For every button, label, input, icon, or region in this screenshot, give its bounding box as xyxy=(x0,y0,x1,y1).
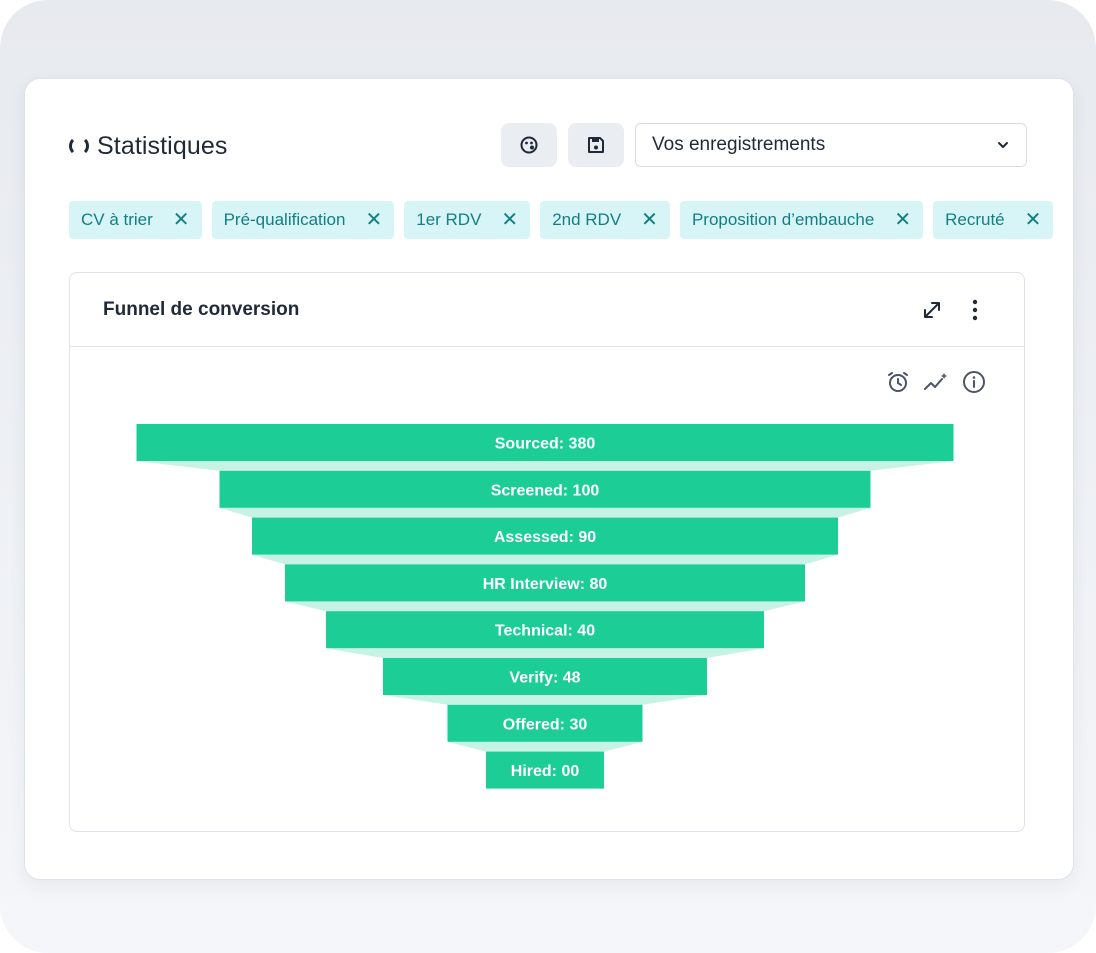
filter-tag-pre-qualification: Pré-qualification ✕ xyxy=(211,201,395,239)
funnel-connector xyxy=(326,648,764,658)
filter-tag-label: Recruté xyxy=(945,210,1005,229)
funnel-chart: Sourced: 380 Screened: 100 Assessed: 90 HR … xyxy=(136,424,954,789)
funnel-connector xyxy=(285,601,805,612)
close-icon[interactable]: ✕ xyxy=(641,210,658,230)
filter-tag-proposition-embauche: Proposition d’embauche ✕ xyxy=(679,201,924,239)
funnel-connector xyxy=(383,695,707,705)
filter-tag-2nd-rdv: 2nd RDV ✕ xyxy=(540,201,670,239)
palette-icon xyxy=(520,136,538,154)
filter-tag-1er-rdv: 1er RDV ✕ xyxy=(404,201,531,239)
close-icon[interactable]: ✕ xyxy=(173,210,190,230)
close-icon[interactable]: ✕ xyxy=(501,210,518,230)
dropdown-value: Vos enregistrements xyxy=(652,134,826,155)
chevron-down-icon xyxy=(998,142,1008,148)
statistics-card: Statistiques Vos enregistrements CV à tr… xyxy=(24,78,1074,880)
filter-tags: CV à trier ✕ Pré-qualification ✕ 1er RDV… xyxy=(69,201,1054,239)
close-icon[interactable]: ✕ xyxy=(365,210,382,230)
close-icon[interactable]: ✕ xyxy=(894,210,911,230)
funnel-panel: Funnel de conversion Sourced: 380 Screen… xyxy=(69,272,1025,832)
funnel-label: Verify: 48 xyxy=(509,670,580,687)
filter-tag-label: Pré-qualification xyxy=(223,210,346,229)
filter-tag-cv-a-trier: CV à trier ✕ xyxy=(69,201,202,239)
funnel-label: Offered: 30 xyxy=(503,716,588,733)
funnel-label: Sourced: 380 xyxy=(495,436,596,453)
funnel-label: Screened: 100 xyxy=(491,482,600,499)
floppy-disk-icon xyxy=(588,137,604,153)
funnel-label: HR Interview: 80 xyxy=(483,576,608,593)
filter-tag-recrute: Recruté ✕ xyxy=(933,201,1054,239)
saved-views-dropdown[interactable]: Vos enregistrements xyxy=(635,123,1027,167)
filter-tag-label: Proposition d’embauche xyxy=(691,210,875,229)
filter-tag-label: 2nd RDV xyxy=(552,210,622,229)
filter-tag-label: CV à trier xyxy=(81,210,153,229)
save-button[interactable] xyxy=(568,123,624,167)
header: Statistiques Vos enregistrements xyxy=(69,123,1029,169)
close-icon[interactable]: ✕ xyxy=(1025,210,1042,230)
loader-icon xyxy=(69,136,89,156)
page-background: Statistiques Vos enregistrements CV à tr… xyxy=(0,0,1096,953)
filter-tag-label: 1er RDV xyxy=(416,210,482,229)
funnel-label: Assessed: 90 xyxy=(494,529,596,546)
funnel-label: Technical: 40 xyxy=(495,623,595,640)
funnel-connector xyxy=(447,741,643,752)
funnel-connector xyxy=(219,507,871,518)
funnel-label: Hired: 00 xyxy=(511,763,580,780)
palette-button[interactable] xyxy=(501,123,557,167)
page-title: Statistiques xyxy=(97,131,228,160)
title-group: Statistiques xyxy=(69,132,227,161)
funnel-connector xyxy=(252,554,838,565)
funnel-connector xyxy=(136,461,954,471)
